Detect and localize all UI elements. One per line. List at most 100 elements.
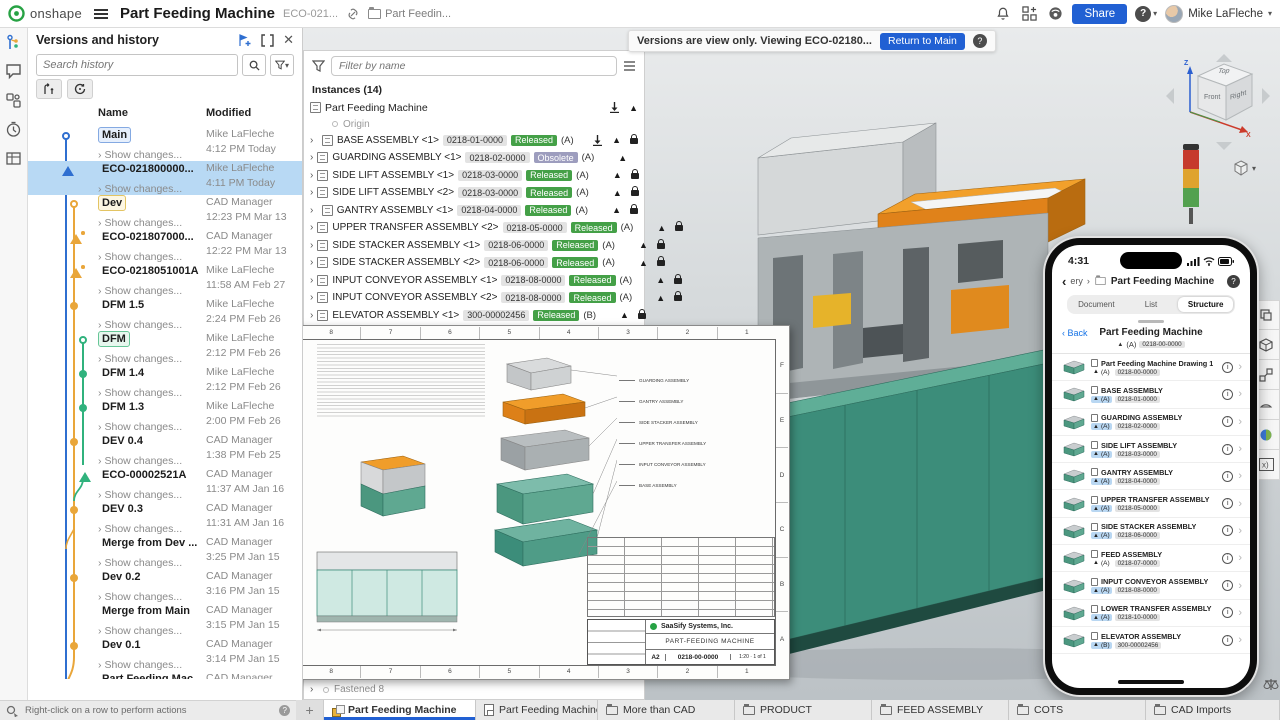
phone-list-item[interactable]: INPUT CONVEYOR ASSEMBLY ▲(A) 0218-08-000… bbox=[1052, 572, 1250, 599]
show-changes-link[interactable]: ›Show changes... bbox=[98, 455, 206, 467]
version-row[interactable]: Merge from Main ›Show changes... CAD Man… bbox=[28, 603, 302, 637]
filter-icon[interactable] bbox=[312, 60, 325, 72]
breadcrumb-parent[interactable]: ery bbox=[1070, 276, 1083, 286]
expand-chevron-icon[interactable]: › bbox=[310, 240, 313, 251]
version-row[interactable]: DEV 0.3 ›Show changes... CAD Manager 11:… bbox=[28, 501, 302, 535]
cube-face-front[interactable]: Front bbox=[1204, 94, 1220, 101]
filter-button[interactable]: ▾ bbox=[270, 54, 294, 76]
apps-button[interactable] bbox=[1020, 5, 1038, 23]
info-icon[interactable]: i bbox=[1222, 580, 1233, 591]
show-changes-link[interactable]: ›Show changes... bbox=[98, 149, 206, 161]
versions-panel-icon[interactable] bbox=[5, 34, 22, 51]
notifications-button[interactable] bbox=[994, 5, 1012, 23]
linked-documents-icon[interactable] bbox=[5, 92, 22, 109]
add-tab-button[interactable]: + bbox=[296, 700, 324, 720]
phone-tab[interactable]: Document bbox=[1069, 297, 1124, 312]
return-to-main-button[interactable]: Return to Main bbox=[880, 33, 965, 50]
instance-row[interactable]: › INPUT CONVEYOR ASSEMBLY <2> 0218-08-00… bbox=[304, 289, 644, 307]
version-row[interactable]: DFM 1.5 ›Show changes... Mike LaFleche 2… bbox=[28, 297, 302, 331]
menu-icon[interactable] bbox=[94, 9, 108, 19]
document-tab[interactable]: COTS bbox=[1009, 700, 1146, 720]
phone-list-item[interactable]: BASE ASSEMBLY ▲(A) 0218-01-0000 i › bbox=[1052, 381, 1250, 408]
show-changes-link[interactable]: ›Show changes... bbox=[98, 557, 206, 569]
document-tab[interactable]: CAD Imports bbox=[1146, 700, 1280, 720]
help-menu[interactable]: ? ▾ bbox=[1135, 6, 1157, 22]
info-icon[interactable]: i bbox=[1222, 416, 1233, 427]
phone-list-item[interactable]: SIDE LIFT ASSEMBLY ▲(A) 0218-03-0000 i › bbox=[1052, 436, 1250, 463]
drawing-overlay[interactable]: 87654321 87654321 FEDCBA FEDCBA GUARDING… bbox=[288, 325, 790, 680]
search-input[interactable] bbox=[36, 54, 238, 76]
list-settings-icon[interactable] bbox=[623, 60, 636, 72]
version-row[interactable]: ECO-021800000... ›Show changes... Mike L… bbox=[28, 161, 302, 195]
back-link[interactable]: ‹ Back bbox=[1062, 328, 1088, 338]
expand-chevron-icon[interactable]: › bbox=[310, 170, 313, 181]
filter-input[interactable] bbox=[331, 56, 617, 76]
onshape-brand[interactable]: onshape bbox=[8, 5, 82, 22]
create-version-icon[interactable] bbox=[237, 33, 252, 48]
version-row[interactable]: DFM ›Show changes... Mike LaFleche 2:12 … bbox=[28, 331, 302, 365]
expand-chevron-icon[interactable]: › bbox=[310, 257, 313, 268]
info-icon[interactable]: i bbox=[1222, 389, 1233, 400]
phone-tab[interactable]: Structure bbox=[1178, 297, 1233, 312]
compare-icon[interactable] bbox=[260, 33, 275, 48]
learning-center-button[interactable] bbox=[1046, 5, 1064, 23]
expand-chevron-icon[interactable]: › bbox=[310, 152, 313, 163]
search-actions-icon[interactable] bbox=[6, 705, 19, 717]
expand-chevron-icon[interactable]: › bbox=[310, 310, 313, 321]
document-tab[interactable]: Part Feeding Machine D... bbox=[476, 700, 598, 720]
search-button[interactable] bbox=[242, 54, 266, 76]
expand-chevron-icon[interactable]: › bbox=[310, 222, 313, 233]
root-assembly-row[interactable]: Part Feeding Machine ▲ bbox=[304, 99, 644, 117]
show-changes-link[interactable]: ›Show changes... bbox=[98, 659, 206, 671]
info-icon[interactable]: i bbox=[1222, 471, 1233, 482]
scale-icon[interactable] bbox=[1263, 678, 1279, 691]
show-changes-link[interactable]: ›Show changes... bbox=[98, 251, 206, 263]
phone-tab[interactable]: List bbox=[1124, 297, 1179, 312]
tables-icon[interactable] bbox=[5, 150, 22, 167]
phone-list-item[interactable]: SIDE STACKER ASSEMBLY ▲(A) 0218-06-0000 … bbox=[1052, 518, 1250, 545]
expand-chevron-icon[interactable]: › bbox=[310, 187, 313, 198]
show-changes-link[interactable]: ›Show changes... bbox=[98, 353, 206, 365]
help-icon[interactable]: ? bbox=[279, 705, 290, 716]
phone-list-item[interactable]: GUARDING ASSEMBLY ▲(A) 0218-02-0000 i › bbox=[1052, 409, 1250, 436]
version-row[interactable]: Merge from Dev ... ›Show changes... CAD … bbox=[28, 535, 302, 569]
branch-view-button[interactable] bbox=[36, 79, 62, 99]
version-row[interactable]: ECO-021807000... ›Show changes... CAD Ma… bbox=[28, 229, 302, 263]
show-changes-link[interactable]: ›Show changes... bbox=[98, 591, 206, 603]
info-icon[interactable]: i bbox=[1222, 607, 1233, 618]
document-tab[interactable]: More than CAD bbox=[598, 700, 735, 720]
history-clock-icon[interactable] bbox=[5, 121, 22, 138]
link-icon[interactable] bbox=[346, 8, 360, 20]
version-row[interactable]: Dev 0.1 ›Show changes... CAD Manager 3:1… bbox=[28, 637, 302, 671]
phone-list-item[interactable]: GANTRY ASSEMBLY ▲(A) 0218-04-0000 i › bbox=[1052, 463, 1250, 490]
close-icon[interactable]: ✕ bbox=[283, 32, 294, 48]
user-menu[interactable]: Mike LaFleche ▾ bbox=[1165, 5, 1272, 23]
show-changes-link[interactable]: ›Show changes... bbox=[98, 489, 206, 501]
show-changes-link[interactable]: ›Show changes... bbox=[98, 387, 206, 399]
drag-handle[interactable] bbox=[1138, 320, 1164, 323]
show-changes-link[interactable]: ›Show changes... bbox=[98, 285, 206, 297]
show-changes-link[interactable]: ›Show changes... bbox=[98, 319, 206, 331]
version-row[interactable]: DFM 1.4 ›Show changes... Mike LaFleche 2… bbox=[28, 365, 302, 399]
instance-row[interactable]: › SIDE STACKER ASSEMBLY <2> 0218-06-0000… bbox=[304, 254, 644, 272]
instance-row[interactable]: › INPUT CONVEYOR ASSEMBLY <1> 0218-08-00… bbox=[304, 272, 644, 290]
origin-row[interactable]: Origin bbox=[304, 117, 644, 132]
home-indicator[interactable] bbox=[1118, 680, 1184, 684]
info-icon[interactable]: i bbox=[1222, 553, 1233, 564]
show-changes-link[interactable]: ›Show changes... bbox=[98, 421, 206, 433]
phone-list-item[interactable]: ELEVATOR ASSEMBLY ▲(B) 300-00002456 i › bbox=[1052, 627, 1250, 654]
instance-row[interactable]: › UPPER TRANSFER ASSEMBLY <2> 0218-05-00… bbox=[304, 219, 644, 237]
version-row[interactable]: Dev 0.2 ›Show changes... CAD Manager 3:1… bbox=[28, 569, 302, 603]
expand-chevron-icon[interactable]: › bbox=[310, 135, 318, 146]
info-icon[interactable]: i bbox=[1222, 444, 1233, 455]
help-icon[interactable]: ? bbox=[973, 34, 987, 48]
show-changes-link[interactable]: ›Show changes... bbox=[98, 217, 206, 229]
version-row[interactable]: Part Feeding Mac... ›Show changes... CAD… bbox=[28, 671, 302, 679]
phone-list-item[interactable]: LOWER TRANSFER ASSEMBLY ▲(A) 0218-10-000… bbox=[1052, 600, 1250, 627]
back-chevron-icon[interactable]: ‹ bbox=[1062, 274, 1066, 289]
fastened-mate-row[interactable]: › Fastened 8 bbox=[310, 684, 384, 695]
show-changes-link[interactable]: ›Show changes... bbox=[98, 523, 206, 535]
info-icon[interactable]: i bbox=[1222, 525, 1233, 536]
info-icon[interactable]: i bbox=[1222, 362, 1233, 373]
instance-row[interactable]: › BASE ASSEMBLY <1> 0218-01-0000 Release… bbox=[304, 132, 644, 150]
